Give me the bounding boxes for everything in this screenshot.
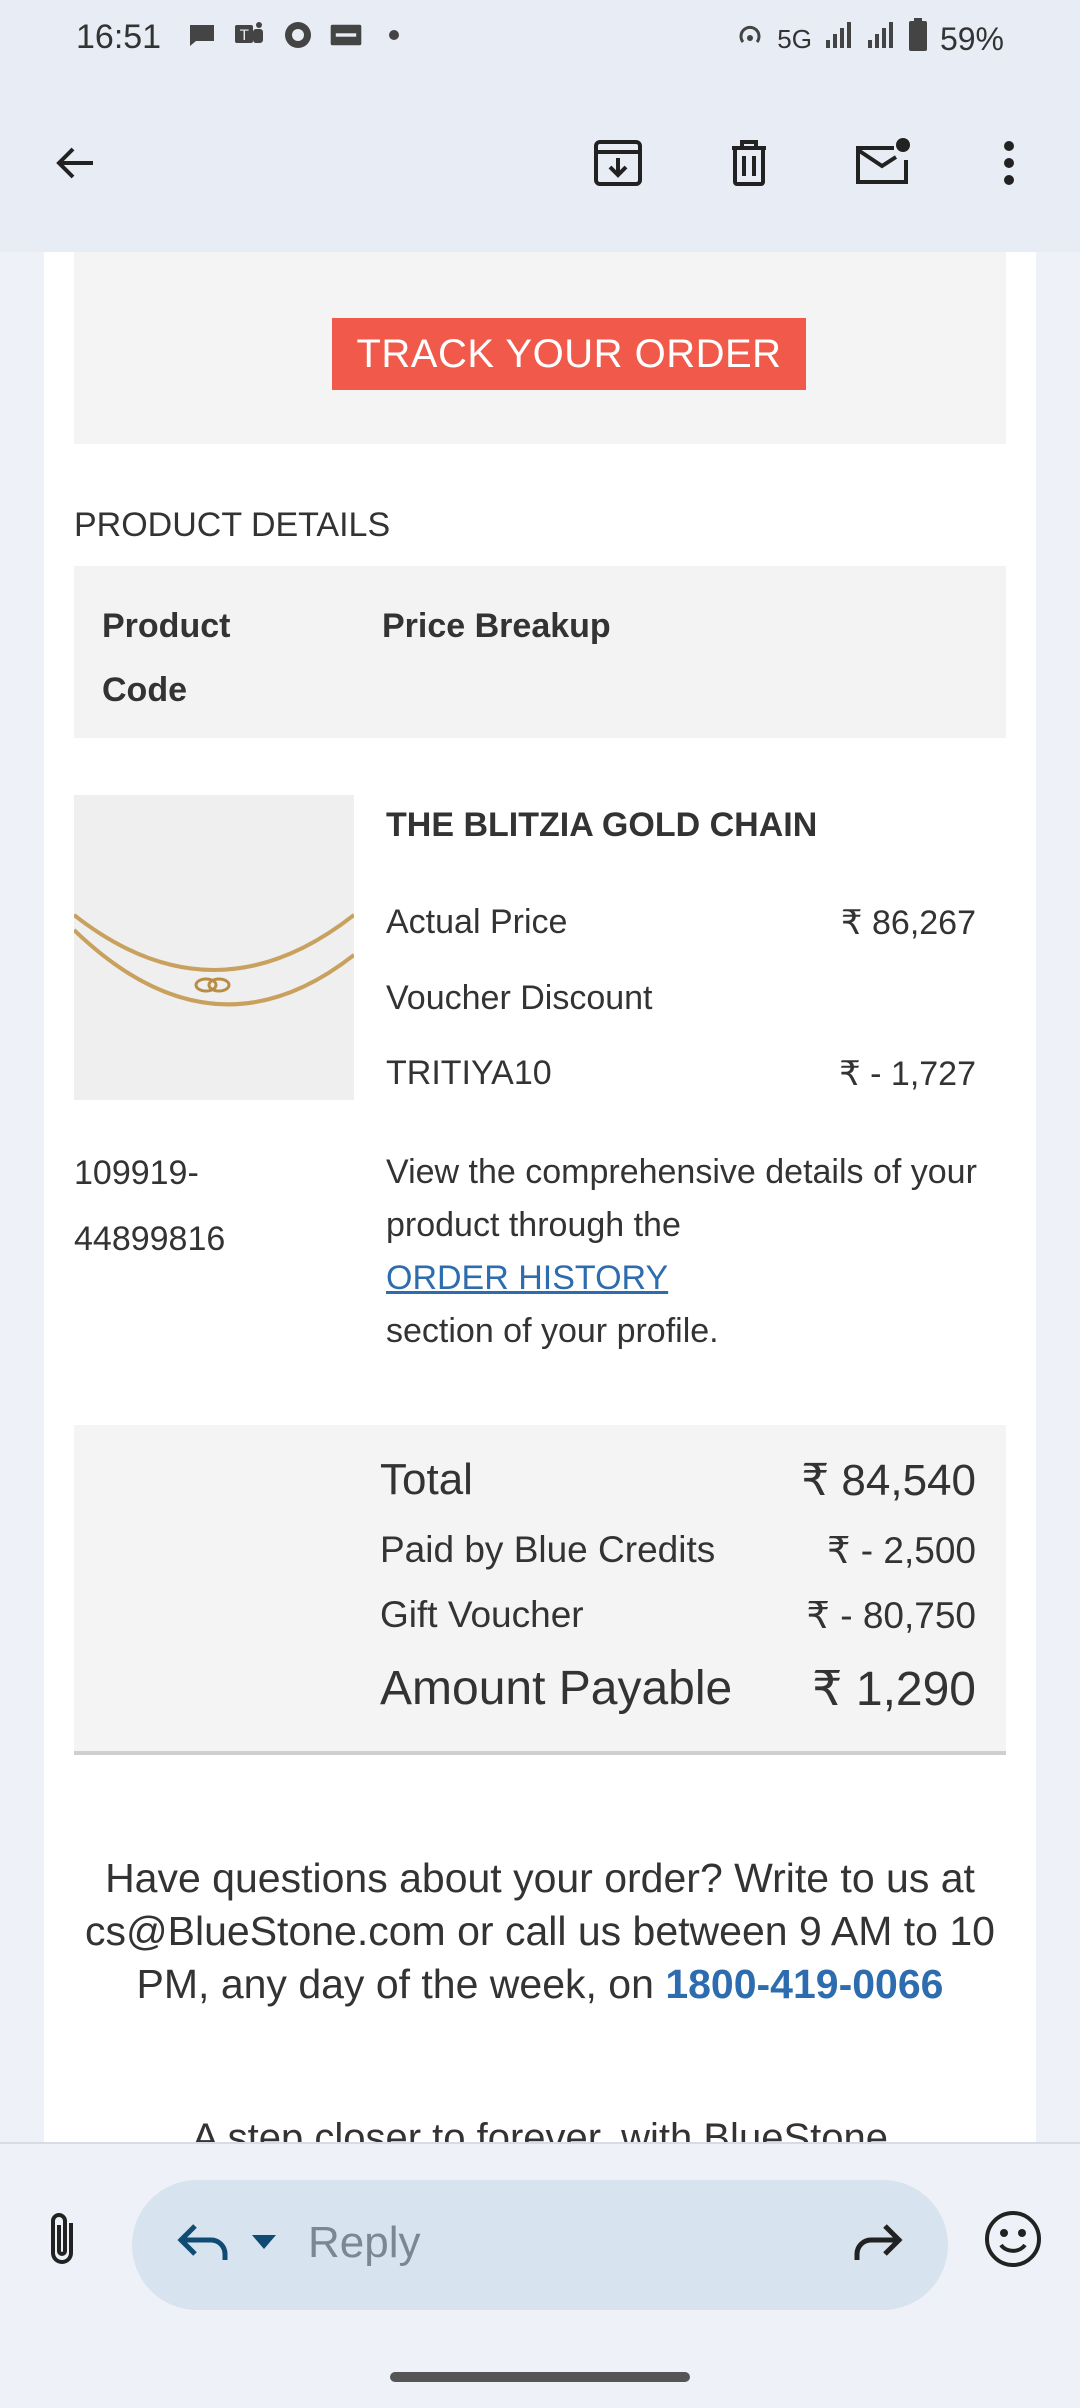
help-text: Have questions about your order? Write t… bbox=[44, 1852, 1036, 2011]
actual-price-value: ₹ 86,267 bbox=[840, 904, 976, 942]
blue-credits-label: Paid by Blue Credits bbox=[380, 1529, 716, 1570]
emoji-icon bbox=[983, 2209, 1043, 2274]
header-product-code: Product Code bbox=[102, 607, 231, 709]
order-history-link[interactable]: ORDER HISTORY bbox=[386, 1259, 668, 1297]
amount-payable-value: ₹ 1,290 bbox=[812, 1663, 976, 1716]
reply-icon bbox=[175, 2220, 231, 2271]
mark-unread-button[interactable] bbox=[847, 130, 917, 200]
battery-percent: 59% bbox=[939, 20, 1004, 57]
status-right: 5G 59% bbox=[735, 18, 1004, 60]
svg-text:T: T bbox=[239, 28, 249, 44]
gold-chain-illustration bbox=[74, 913, 354, 1007]
signal-icon-2 bbox=[866, 20, 896, 58]
archive-button[interactable] bbox=[583, 130, 653, 200]
voucher-discount-row: Voucher Discount bbox=[386, 979, 976, 1018]
app-notification-icon bbox=[281, 18, 315, 52]
back-button[interactable] bbox=[40, 130, 110, 200]
product-code: 109919- 44899816 bbox=[74, 1140, 274, 1272]
battery-icon bbox=[908, 18, 928, 60]
actual-price-label: Actual Price bbox=[386, 903, 568, 941]
chevron-down-icon bbox=[250, 2233, 278, 2256]
more-notifications-dot-icon bbox=[377, 18, 411, 52]
gift-voucher-label: Gift Voucher bbox=[380, 1594, 584, 1635]
reply-field[interactable]: Reply bbox=[132, 2180, 948, 2310]
track-order-section: TRACK YOUR ORDER bbox=[74, 252, 1006, 444]
voucher-code: TRITIYA10 bbox=[386, 1054, 552, 1092]
voucher-code-row: TRITIYA10 ₹ - 1,727 bbox=[386, 1054, 976, 1093]
total-row: Total ₹ 84,540 bbox=[380, 1455, 976, 1505]
total-value: ₹ 84,540 bbox=[801, 1456, 976, 1505]
voucher-discount-label: Voucher Discount bbox=[386, 979, 653, 1017]
product-code-line1: 109919- bbox=[74, 1154, 199, 1192]
voucher-discount-value: ₹ - 1,727 bbox=[839, 1055, 976, 1093]
blue-credits-row: Paid by Blue Credits ₹ - 2,500 bbox=[380, 1529, 976, 1571]
product-details-title: PRODUCT DETAILS bbox=[74, 506, 391, 544]
mail-unread-icon bbox=[852, 136, 912, 195]
archive-icon bbox=[591, 136, 645, 195]
description-text: View the comprehensive details of your p… bbox=[386, 1153, 977, 1244]
attach-button[interactable] bbox=[28, 2206, 98, 2276]
amount-payable-label: Amount Payable bbox=[380, 1662, 733, 1715]
description-text-end: section of your profile. bbox=[386, 1312, 719, 1350]
reply-options-button[interactable] bbox=[244, 2224, 284, 2264]
teams-icon: T bbox=[233, 18, 267, 52]
product-image[interactable] bbox=[74, 795, 354, 1100]
emoji-button[interactable] bbox=[978, 2206, 1048, 2276]
home-indicator[interactable] bbox=[390, 2372, 690, 2382]
zomato-icon bbox=[329, 18, 363, 52]
email-app-bar bbox=[0, 80, 1080, 252]
product-description: View the comprehensive details of your p… bbox=[386, 1146, 986, 1358]
forward-icon bbox=[849, 2220, 905, 2271]
reply-placeholder: Reply bbox=[308, 2218, 421, 2267]
reply-bar: Reply bbox=[0, 2142, 1080, 2408]
product-code-line2: 44899816 bbox=[74, 1220, 226, 1258]
email-body[interactable]: TRACK YOUR ORDER PRODUCT DETAILS Product… bbox=[44, 252, 1036, 2142]
trash-icon bbox=[722, 136, 776, 195]
tagline: A step closer to forever, with BlueStone bbox=[192, 2116, 888, 2142]
paperclip-icon bbox=[43, 2209, 83, 2274]
status-bar: 16:51 T 5G 59% bbox=[0, 0, 1080, 80]
arrow-left-icon bbox=[49, 137, 101, 194]
network-type: 5G bbox=[777, 23, 812, 54]
signal-icon bbox=[824, 20, 854, 58]
more-vert-icon bbox=[999, 136, 1019, 195]
amount-payable-row: Amount Payable ₹ 1,290 bbox=[380, 1661, 976, 1716]
status-time: 16:51 bbox=[76, 18, 162, 56]
forward-button[interactable] bbox=[842, 2210, 912, 2280]
chat-bubble-icon bbox=[185, 18, 219, 52]
gift-voucher-value: ₹ - 80,750 bbox=[806, 1595, 976, 1636]
order-totals: Total ₹ 84,540 Paid by Blue Credits ₹ - … bbox=[74, 1425, 1006, 1755]
track-order-button[interactable]: TRACK YOUR ORDER bbox=[332, 318, 806, 390]
product-name: THE BLITZIA GOLD CHAIN bbox=[386, 806, 818, 844]
header-price-breakup: Price Breakup bbox=[382, 607, 611, 645]
blue-credits-value: ₹ - 2,500 bbox=[826, 1530, 976, 1571]
reply-button[interactable] bbox=[168, 2210, 238, 2280]
notification-icons: T bbox=[185, 18, 411, 52]
actual-price-row: Actual Price ₹ 86,267 bbox=[386, 903, 976, 942]
hotspot-icon bbox=[735, 20, 765, 58]
product-table-header: Product Code Price Breakup bbox=[74, 566, 1006, 738]
more-options-button[interactable] bbox=[974, 130, 1044, 200]
gift-voucher-row: Gift Voucher ₹ - 80,750 bbox=[380, 1594, 976, 1636]
support-phone-link[interactable]: 1800-419-0066 bbox=[665, 1961, 943, 2007]
total-label: Total bbox=[380, 1455, 473, 1504]
delete-button[interactable] bbox=[714, 130, 784, 200]
